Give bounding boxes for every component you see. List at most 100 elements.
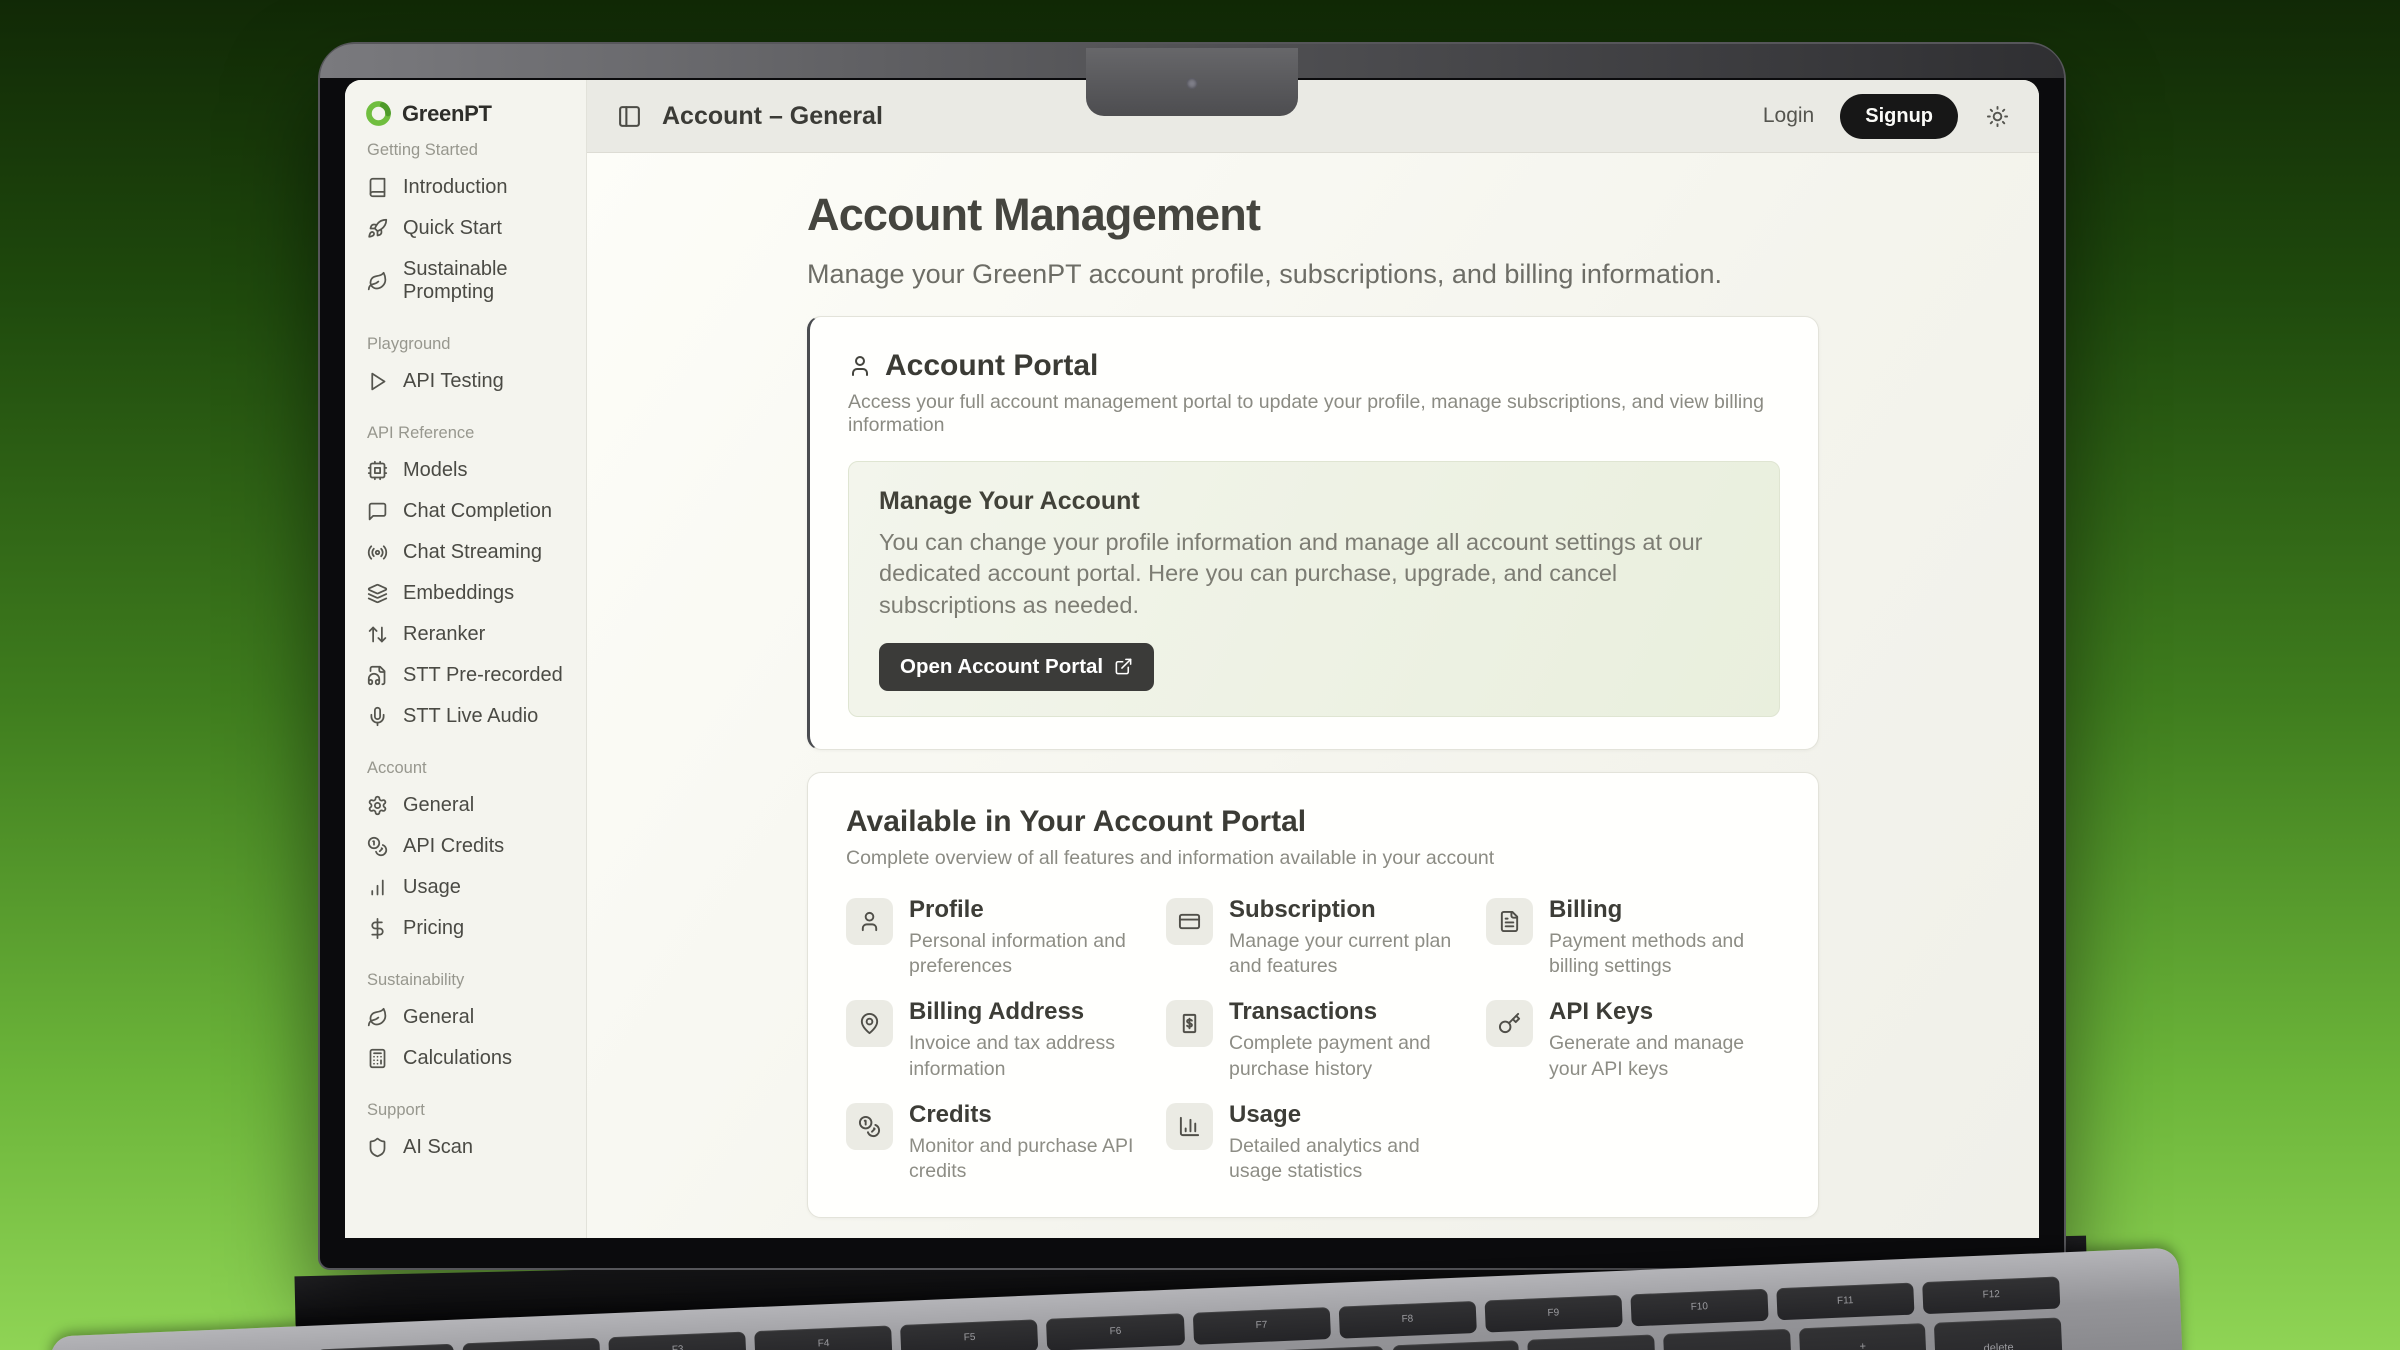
feature-icon-tile [846, 898, 893, 945]
sidebar-section-sustainability: Sustainability General Calculations [359, 971, 572, 1079]
feature-title: Subscription [1229, 896, 1460, 924]
sidebar-section-getting-started: Getting StartedIntroductionQuick StartSu… [359, 141, 572, 313]
feature-text: API Keys Generate and manage your API key… [1549, 996, 1780, 1082]
coins-icon [367, 836, 388, 857]
keyboard-key: _ - [1663, 1329, 1792, 1350]
keyboard-key: F6 [1046, 1313, 1184, 1350]
feature-text: Billing Address Invoice and tax address i… [909, 996, 1140, 1082]
receipt-icon [1178, 1012, 1201, 1035]
feature-description: Invoice and tax address information [909, 1031, 1140, 1082]
feature-billing-address: Billing Address Invoice and tax address i… [846, 996, 1140, 1082]
page-subtitle: Manage your GreenPT account profile, sub… [807, 259, 1819, 290]
feature-description: Personal information and preferences [909, 929, 1140, 980]
browser-viewport: GreenPT Getting StartedIntroductionQuick… [345, 80, 2039, 1238]
feature-description: Monitor and purchase API credits [909, 1134, 1140, 1185]
theme-toggle-button[interactable] [1986, 105, 2009, 128]
chart-bars-icon [367, 877, 388, 898]
keyboard-key: F2 [463, 1338, 601, 1350]
sidebar-section-account: AccountGeneralAPI CreditsUsagePricing [359, 759, 572, 949]
user-icon [858, 910, 881, 933]
sidebar-section-label: API Reference [367, 424, 564, 443]
feature-title: Billing [1549, 896, 1780, 924]
cpu-icon [367, 460, 388, 481]
feature-transactions: Transactions Complete payment and purchas… [1166, 996, 1460, 1082]
sidebar-item-api-reference-chat-completion[interactable]: Chat Completion [359, 491, 572, 532]
gear-icon [367, 795, 388, 816]
feature-title: Transactions [1229, 998, 1460, 1026]
user-icon [848, 354, 872, 378]
keyboard-key: ) 0 [1528, 1334, 1657, 1350]
keyboard-key: F10 [1630, 1289, 1768, 1327]
desktop-background: GreenPT Getting StartedIntroductionQuick… [0, 0, 2400, 1350]
sidebar-item-getting-started-introduction[interactable]: Introduction [359, 167, 572, 208]
sidebar-item-label: Introduction [403, 176, 508, 199]
feature-text: Billing Payment methods and billing setti… [1549, 894, 1780, 980]
sidebar-section-api-reference: API Reference Models Chat Completion Chat S… [359, 424, 572, 737]
sidebar-toggle-button[interactable] [617, 104, 642, 129]
features-grid: ProfilePersonal information and preferen… [846, 894, 1780, 1185]
sidebar-item-account-general[interactable]: General [359, 785, 572, 826]
sidebar-item-api-reference-embeddings[interactable]: Embeddings [359, 573, 572, 614]
arrows-up-down-icon [367, 624, 388, 645]
laptop-camera [1187, 78, 1198, 89]
login-link[interactable]: Login [1763, 104, 1814, 128]
leaf-icon [367, 271, 388, 292]
sidebar-item-sustainability-calculations[interactable]: Calculations [359, 1038, 572, 1079]
feature-billing: Billing Payment methods and billing setti… [1486, 894, 1780, 980]
feature-text: Transactions Complete payment and purchas… [1229, 996, 1460, 1082]
signup-button[interactable]: Signup [1840, 94, 1958, 139]
brand-logo[interactable]: GreenPT [359, 96, 572, 131]
feature-description: Generate and manage your API keys [1549, 1031, 1780, 1082]
mic-icon [367, 706, 388, 727]
sidebar-item-getting-started-sustainable-prompting[interactable]: Sustainable Prompting [359, 249, 572, 313]
account-portal-card-description: Access your full account management port… [848, 391, 1780, 437]
feature-description: Manage your current plan and features [1229, 929, 1460, 980]
account-portal-card-header: Account Portal [848, 349, 1780, 383]
sidebar-item-api-reference-models[interactable]: Models [359, 450, 572, 491]
sidebar-item-sustainability-general[interactable]: General [359, 997, 572, 1038]
feature-description: Payment methods and billing settings [1549, 929, 1780, 980]
sidebar-item-account-pricing[interactable]: Pricing [359, 908, 572, 949]
feature-icon-tile [1486, 1000, 1533, 1047]
keyboard-key: ( 9 [1392, 1340, 1521, 1350]
sidebar-item-label: Quick Start [403, 217, 502, 240]
manage-account-title: Manage Your Account [879, 487, 1749, 516]
sidebar-item-api-reference-chat-streaming[interactable]: Chat Streaming [359, 532, 572, 573]
laptop-screen: GreenPT Getting StartedIntroductionQuick… [318, 42, 2066, 1270]
sidebar-item-label: API Testing [403, 370, 504, 393]
brand-name: GreenPT [402, 101, 492, 127]
manage-account-panel: Manage Your Account You can change your … [848, 461, 1780, 717]
page-title: Account Management [807, 189, 1819, 241]
sidebar-item-api-reference-stt-pre-recorded[interactable]: STT Pre-recorded [359, 655, 572, 696]
sidebar-item-api-reference-reranker[interactable]: Reranker [359, 614, 572, 655]
sidebar-item-label: Models [403, 459, 467, 482]
sidebar-item-label: General [403, 1006, 474, 1029]
feature-text: CreditsMonitor and purchase API credits [909, 1099, 1140, 1185]
sidebar-item-support-ai-scan[interactable]: AI Scan [359, 1127, 572, 1168]
feature-description: Complete payment and purchase history [1229, 1031, 1460, 1082]
manage-account-body: You can change your profile information … [879, 527, 1749, 621]
sidebar-item-api-reference-stt-live-audio[interactable]: STT Live Audio [359, 696, 572, 737]
main-pane: Account – General Login Signup Account M… [587, 80, 2039, 1238]
content-column: Account Management Manage your GreenPT a… [807, 153, 1819, 1238]
sidebar-item-account-usage[interactable]: Usage [359, 867, 572, 908]
external-link-icon [1114, 657, 1133, 676]
sidebar-section-label: Sustainability [367, 971, 564, 990]
sidebar-item-label: Chat Streaming [403, 541, 542, 564]
sidebar-item-getting-started-quick-start[interactable]: Quick Start [359, 208, 572, 249]
sidebar-item-label: STT Pre-recorded [403, 664, 563, 687]
sidebar-item-account-api-credits[interactable]: API Credits [359, 826, 572, 867]
coins-icon [858, 1115, 881, 1138]
feature-title: API Keys [1549, 998, 1780, 1026]
sidebar-item-label: Reranker [403, 623, 485, 646]
keyboard-key: F8 [1338, 1301, 1476, 1339]
open-account-portal-button[interactable]: Open Account Portal [879, 643, 1154, 691]
sidebar-item-playground-api-testing[interactable]: API Testing [359, 361, 572, 402]
feature-title: Billing Address [909, 998, 1140, 1026]
book-icon [367, 177, 388, 198]
sidebar-section-label: Playground [367, 335, 564, 354]
keyboard-key: delete [1934, 1317, 2063, 1350]
sidebar-section-playground: Playground API Testing [359, 335, 572, 402]
keyboard-key: F1 [317, 1344, 455, 1350]
sidebar-item-label: Pricing [403, 917, 464, 940]
